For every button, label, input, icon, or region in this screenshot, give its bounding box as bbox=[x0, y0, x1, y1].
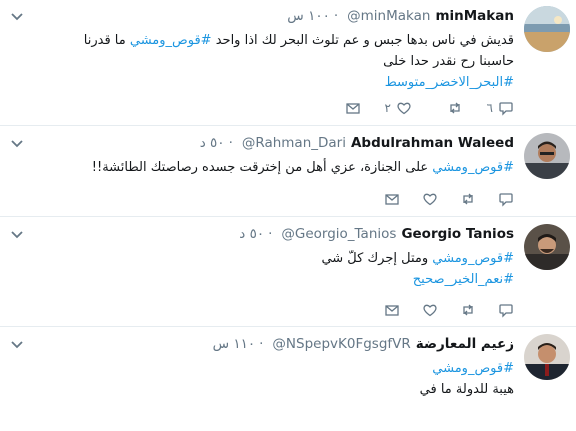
handle[interactable]: @Rahman_Dari bbox=[242, 135, 346, 151]
reply-icon bbox=[499, 304, 513, 318]
heart-icon bbox=[423, 193, 437, 206]
chevron-down-icon[interactable] bbox=[10, 139, 24, 149]
hashtag-link[interactable]: #قوص_ومشي bbox=[432, 251, 514, 266]
tweet-text: قديش في ناس بدها جبس و عم تلوث البحر لك … bbox=[211, 33, 514, 48]
heart-icon bbox=[397, 102, 411, 115]
tweet[interactable]: minMakan @minMakan · ١٠٠ س قديش في ناس ب… bbox=[0, 0, 576, 126]
chevron-down-icon[interactable] bbox=[10, 340, 24, 350]
avatar[interactable] bbox=[524, 334, 570, 380]
display-name[interactable]: Abdulrahman Waleed bbox=[351, 135, 514, 151]
heart-icon bbox=[423, 304, 437, 317]
tweet-text-line: حاسبنا رح نقدر حدا خلى bbox=[383, 54, 514, 69]
tweet-text-line: هيبة للدولة ما في bbox=[419, 382, 514, 397]
reply-button[interactable] bbox=[498, 191, 514, 207]
envelope-icon bbox=[385, 194, 399, 205]
handle[interactable]: @minMakan bbox=[347, 8, 430, 24]
reply-icon bbox=[499, 193, 513, 207]
avatar[interactable] bbox=[524, 133, 570, 179]
separator: · bbox=[268, 226, 273, 242]
tweet-feed: minMakan @minMakan · ١٠٠ س قديش في ناس ب… bbox=[0, 0, 576, 431]
reply-button[interactable]: ٦ bbox=[485, 100, 514, 116]
tweet-text: ومتل إجرك كلّ شي bbox=[321, 251, 433, 266]
handle[interactable]: @NSpepvK0FgsgfVR bbox=[272, 336, 410, 352]
like-button[interactable] bbox=[422, 191, 438, 207]
retweet-icon bbox=[463, 193, 473, 205]
avatar[interactable] bbox=[524, 224, 570, 270]
hashtag-link[interactable]: #قوص_ومشي bbox=[432, 160, 514, 175]
separator: · bbox=[259, 336, 264, 352]
dm-button[interactable] bbox=[384, 191, 400, 207]
display-name[interactable]: minMakan bbox=[435, 8, 514, 24]
tweet-text: على الجنازة، عزي أهل من إخترقت جسده رصاص… bbox=[91, 160, 433, 175]
tweet-text: ما قدرنا bbox=[83, 33, 130, 48]
tweet[interactable]: Georgio Tanios @Georgio_Tanios · ٥٠ د #ق… bbox=[0, 218, 576, 327]
dm-button[interactable] bbox=[384, 302, 400, 318]
reply-button[interactable] bbox=[498, 302, 514, 318]
timestamp[interactable]: ٥٠ د bbox=[239, 226, 264, 242]
tweet-text-line: قديش في ناس بدها جبس و عم تلوث البحر لك … bbox=[30, 30, 514, 51]
like-button[interactable] bbox=[422, 302, 438, 318]
avatar[interactable] bbox=[524, 6, 570, 52]
tweet[interactable]: زعيم المعارضة @NSpepvK0FgsgfVR · ١١٠ س #… bbox=[0, 328, 576, 431]
chevron-down-icon[interactable] bbox=[10, 230, 24, 240]
timestamp[interactable]: ٥٠ د bbox=[200, 135, 225, 151]
chevron-down-icon[interactable] bbox=[10, 12, 24, 22]
retweet-icon bbox=[463, 304, 473, 316]
retweet-icon bbox=[450, 102, 460, 114]
hashtag-link[interactable]: #قوص_ومشي bbox=[432, 361, 514, 376]
like-button[interactable]: ٢ bbox=[383, 100, 412, 116]
like-count: ٢ bbox=[384, 101, 391, 115]
retweet-button[interactable] bbox=[460, 302, 476, 318]
dm-button[interactable] bbox=[345, 100, 361, 116]
timestamp[interactable]: ١١٠ س bbox=[213, 336, 256, 352]
separator: · bbox=[333, 8, 339, 24]
handle[interactable]: @Georgio_Tanios bbox=[281, 226, 396, 242]
separator: · bbox=[228, 135, 233, 151]
timestamp[interactable]: ١٠٠ س bbox=[287, 8, 330, 24]
retweet-button[interactable] bbox=[434, 100, 463, 116]
hashtag-link[interactable]: #البحر_الاخضر_متوسط bbox=[385, 75, 514, 90]
tweet[interactable]: Abdulrahman Waleed @Rahman_Dari · ٥٠ د #… bbox=[0, 127, 576, 217]
display-name[interactable]: زعيم المعارضة bbox=[416, 336, 514, 352]
envelope-icon bbox=[385, 305, 399, 316]
retweet-button[interactable] bbox=[460, 191, 476, 207]
hashtag-link[interactable]: #قوص_ومشي bbox=[130, 33, 212, 48]
display-name[interactable]: Georgio Tanios bbox=[401, 226, 514, 242]
reply-icon bbox=[499, 102, 513, 116]
reply-count: ٦ bbox=[486, 101, 493, 115]
hashtag-link[interactable]: #نعم_الخير_صحيح bbox=[413, 272, 514, 287]
envelope-icon bbox=[346, 103, 360, 114]
